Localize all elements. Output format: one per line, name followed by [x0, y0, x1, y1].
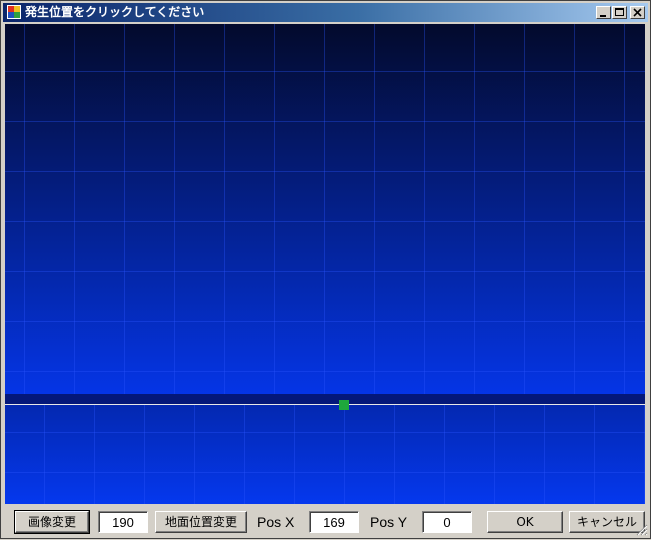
dialog-window: 発生位置をクリックしてください 画像変更 190 地面位置変更 Pos X 16… [0, 0, 651, 539]
close-button[interactable] [630, 6, 645, 19]
minimize-button[interactable] [596, 6, 611, 19]
close-icon [633, 8, 642, 17]
position-marker[interactable] [339, 400, 349, 410]
pos-y-label: Pos Y [370, 514, 408, 530]
maximize-button[interactable] [612, 6, 627, 19]
pos-x-label: Pos X [257, 514, 295, 530]
app-icon [7, 5, 21, 19]
title-bar[interactable]: 発生位置をクリックしてください [3, 3, 648, 22]
pos-x-field[interactable] [309, 511, 359, 533]
image-change-button[interactable]: 画像変更 [14, 510, 90, 534]
position-canvas[interactable] [5, 24, 645, 504]
resize-grip-icon[interactable] [636, 524, 648, 536]
window-title: 発生位置をクリックしてください [25, 5, 205, 19]
ground-band [5, 394, 645, 404]
minimize-icon [600, 15, 606, 17]
ok-button[interactable]: OK [487, 511, 563, 533]
maximize-icon [615, 8, 624, 16]
pos-y-field[interactable] [422, 511, 472, 533]
bottom-toolbar: 画像変更 地面位置変更 Pos X Pos Y OK キャンセル [1, 505, 651, 540]
image-value-field[interactable] [98, 511, 148, 533]
ground-change-button[interactable]: 地面位置変更 [155, 511, 247, 533]
ground-area [5, 404, 645, 504]
cancel-button[interactable]: キャンセル [569, 511, 645, 533]
